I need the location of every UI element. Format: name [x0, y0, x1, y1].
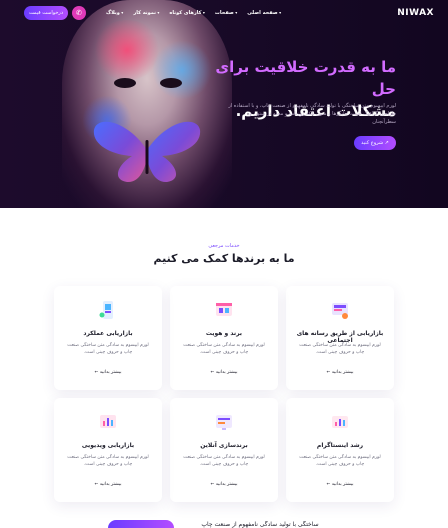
bottom-teaser-text: ساختگی با تولید سادگی نامفهوم از صنعت چا… — [201, 521, 319, 528]
service-card-social[interactable]: بازاریابی از طریق رسانه های اجتماعی لورم… — [286, 286, 394, 390]
bottom-badge — [108, 520, 174, 528]
menu-item-home[interactable]: صفحه اصلی — [247, 10, 281, 16]
butterfly-image — [93, 121, 201, 183]
online-branding-icon — [216, 415, 232, 430]
service-card-desc: لورم ایپسوم به سادگی متن ساختگی صنعت چاپ… — [183, 343, 265, 355]
hero-title-line1: ما به قدرت خلاقیت برای حل — [215, 58, 396, 98]
learn-more-link[interactable]: بیشتر بدانید — [286, 370, 394, 375]
get-started-button[interactable]: شروع کنید ↗ — [354, 136, 396, 150]
service-card-title: برندسازی آنلاین — [200, 442, 248, 449]
site-logo[interactable]: NIWAX — [397, 8, 434, 18]
service-card-instagram[interactable]: رشد اینستاگرام لورم ایپسوم به سادگی متن … — [286, 398, 394, 502]
service-card-performance[interactable]: بازاریابی عملکرد لورم ایپسوم به سادگی مت… — [54, 286, 162, 390]
service-card-title: بازاریابی ویدیویی — [81, 442, 135, 449]
service-card-desc: لورم ایپسوم به سادگی متن ساختگی صنعت چاپ… — [67, 343, 149, 355]
service-card-video[interactable]: بازاریابی ویدیویی لورم ایپسوم به سادگی م… — [54, 398, 162, 502]
hero-description: لورم ایپسوم متن ساختگی با تولید سادگی نا… — [228, 103, 396, 125]
service-card-desc: لورم ایپسوم به سادگی متن ساختگی صنعت چاپ… — [183, 455, 265, 467]
service-card-title: برند و هویت — [205, 330, 243, 337]
service-card-desc: لورم ایپسوم به سادگی متن ساختگی صنعت چاپ… — [299, 343, 381, 355]
menu-item-blog[interactable]: وبلاگ — [106, 10, 123, 16]
phone-icon[interactable]: ✆ — [72, 6, 86, 20]
social-media-icon — [332, 303, 348, 319]
services-kicker: خدمات مرجعی — [208, 243, 240, 249]
learn-more-link[interactable]: بیشتر بدانید — [286, 482, 394, 487]
service-card-title: بازاریابی عملکرد — [83, 330, 133, 337]
service-card-desc: لورم ایپسوم به سادگی متن ساختگی صنعت چاپ… — [67, 455, 149, 467]
hero-section: NIWAX صفحه اصلی صفحات کارهای کوتاه نمونه… — [0, 0, 448, 208]
menu-item-portfolio[interactable]: نمونه کار — [133, 10, 159, 16]
service-card-brand[interactable]: برند و هویت لورم ایپسوم به سادگی متن ساخ… — [170, 286, 278, 390]
service-card-desc: لورم ایپسوم به سادگی متن ساختگی صنعت چاپ… — [299, 455, 381, 467]
request-quote-button[interactable]: درخواست قیمت — [24, 6, 68, 20]
services-title: ما به برندها کمک می کنیم — [153, 252, 295, 265]
menu-item-shortcodes[interactable]: کارهای کوتاه — [169, 10, 205, 16]
instagram-growth-icon — [332, 416, 348, 428]
branding-icon — [216, 303, 232, 316]
video-marketing-icon — [100, 415, 116, 428]
main-menu: صفحه اصلی صفحات کارهای کوتاه نمونه کار و… — [106, 10, 281, 16]
learn-more-link[interactable]: بیشتر بدانید — [170, 370, 278, 375]
learn-more-link[interactable]: بیشتر بدانید — [54, 482, 162, 487]
menu-item-pages[interactable]: صفحات — [215, 10, 237, 16]
service-card-title: رشد اینستاگرام — [316, 442, 364, 449]
top-navigation: NIWAX صفحه اصلی صفحات کارهای کوتاه نمونه… — [0, 0, 448, 26]
learn-more-link[interactable]: بیشتر بدانید — [54, 370, 162, 375]
service-card-online-branding[interactable]: برندسازی آنلاین لورم ایپسوم به سادگی متن… — [170, 398, 278, 502]
performance-icon — [99, 301, 113, 319]
learn-more-link[interactable]: بیشتر بدانید — [170, 482, 278, 487]
